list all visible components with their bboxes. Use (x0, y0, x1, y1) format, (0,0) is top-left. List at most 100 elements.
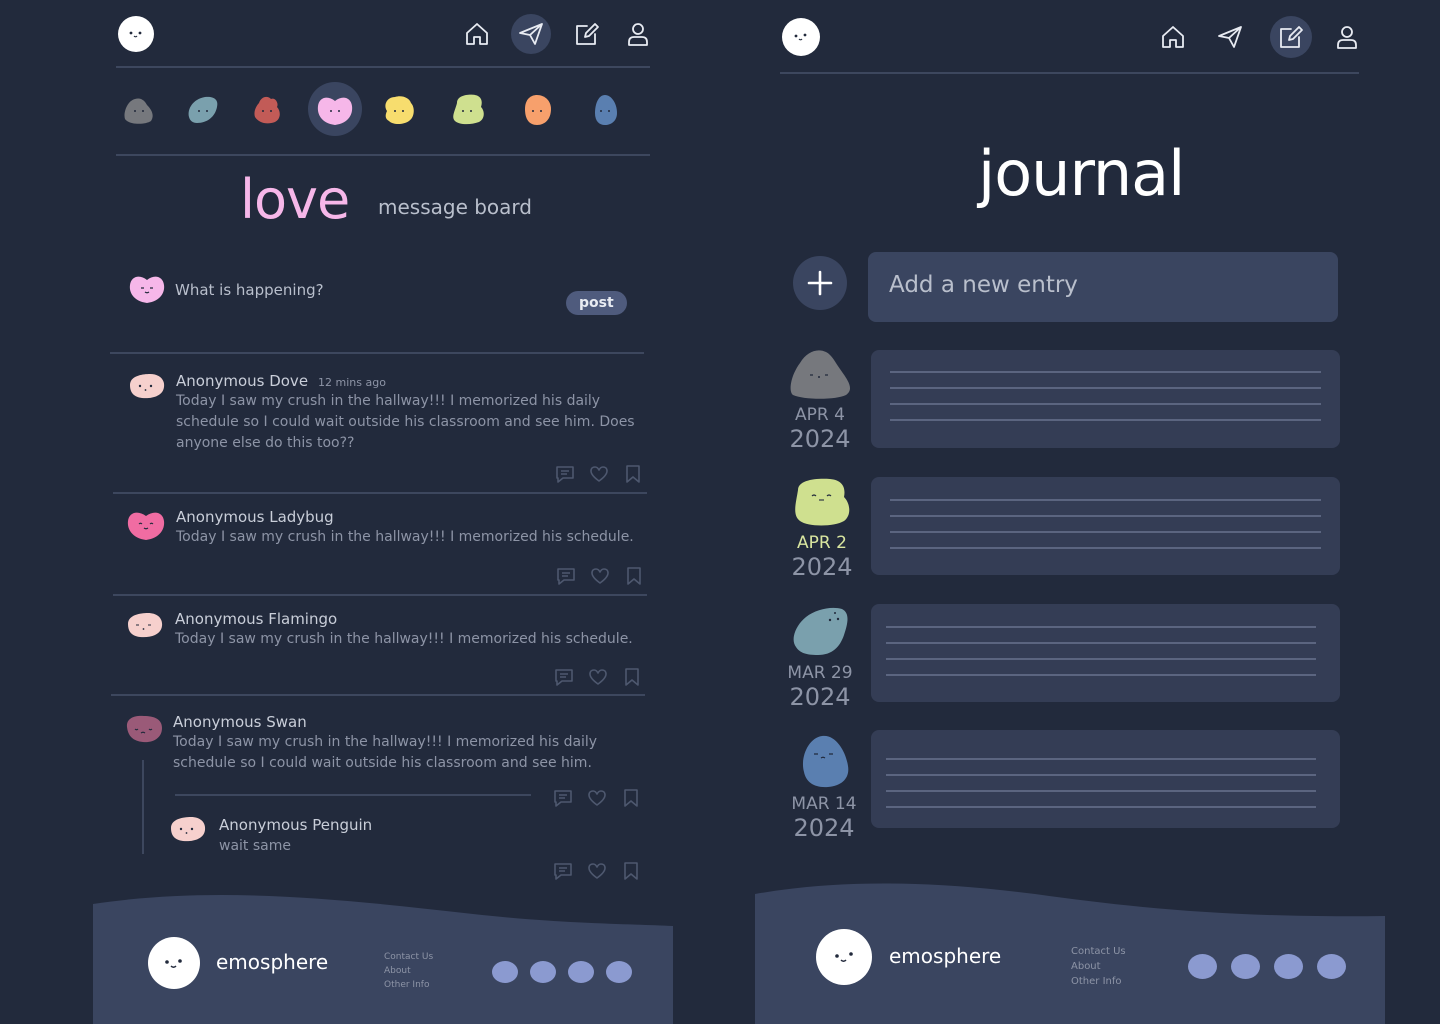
bookmark-icon[interactable] (624, 566, 644, 586)
mood-selector (112, 82, 642, 136)
mood-orange-button[interactable] (510, 82, 564, 136)
footer-social (1188, 954, 1346, 979)
gray-mood-icon (790, 350, 851, 399)
nav-home-button[interactable] (457, 14, 497, 54)
teal-mood-icon (793, 607, 848, 655)
entry-date: MAR 29 2024 (780, 605, 860, 711)
nav-profile-button[interactable] (618, 14, 658, 54)
footer-link-about[interactable]: About (1071, 959, 1126, 974)
app-logo[interactable] (782, 18, 820, 56)
heart-blob-icon (129, 276, 165, 303)
entry-month-day: APR 4 (795, 405, 845, 425)
compose-icon (576, 23, 599, 45)
heart-icon[interactable] (588, 667, 608, 687)
green-mood-icon (453, 94, 484, 125)
home-icon (466, 23, 488, 45)
comment-icon[interactable] (553, 861, 573, 881)
mood-green-button[interactable] (440, 82, 494, 136)
reply-text: wait same (219, 838, 291, 854)
home-icon (1162, 26, 1184, 48)
footer-brand: emosphere (216, 950, 329, 974)
message-divider (113, 492, 647, 494)
mood-gray-button[interactable] (112, 82, 166, 136)
footer-link-other[interactable]: Other Info (1071, 974, 1126, 989)
nav-send-button[interactable] (1209, 16, 1251, 58)
nav-compose-button[interactable] (567, 14, 607, 54)
face-icon (165, 959, 182, 968)
app-logo[interactable] (118, 16, 154, 52)
compose-input[interactable]: What is happening? (175, 281, 324, 299)
face-icon (835, 952, 853, 962)
new-entry-input[interactable]: Add a new entry (868, 252, 1338, 322)
bookmark-icon[interactable] (621, 788, 641, 808)
gray-mood-icon (124, 98, 153, 124)
send-icon (519, 23, 543, 45)
board-title: love (240, 168, 350, 231)
heart-icon[interactable] (587, 861, 607, 881)
footer-link-other[interactable]: Other Info (384, 978, 433, 992)
yellow-mood-icon (385, 96, 414, 124)
footer-logo[interactable] (148, 937, 200, 989)
nav-send-button[interactable] (511, 14, 551, 54)
heart-icon[interactable] (587, 788, 607, 808)
comment-icon[interactable] (556, 566, 576, 586)
footer-link-contact[interactable]: Contact Us (384, 950, 433, 964)
social-icon[interactable] (1188, 954, 1217, 979)
message-author[interactable]: Anonymous Dove (176, 372, 308, 390)
heart-icon[interactable] (590, 566, 610, 586)
footer-logo[interactable] (816, 929, 872, 985)
bookmark-icon[interactable] (623, 464, 643, 484)
reply-actions (553, 861, 641, 881)
add-entry-button[interactable] (793, 256, 847, 310)
compose-divider (110, 352, 644, 354)
mood-divider (116, 154, 650, 156)
journal-entry-card[interactable] (871, 477, 1340, 575)
comment-icon[interactable] (554, 667, 574, 687)
message-time: 12 mins ago (318, 376, 386, 389)
message-actions (553, 788, 641, 808)
mood-yellow-button[interactable] (372, 82, 426, 136)
footer-link-contact[interactable]: Contact Us (1071, 944, 1126, 959)
mood-red-button[interactable] (240, 82, 294, 136)
social-icon[interactable] (492, 961, 518, 983)
heart-icon[interactable] (589, 464, 609, 484)
comment-icon[interactable] (555, 464, 575, 484)
compose-icon (1280, 26, 1303, 48)
bookmark-icon[interactable] (622, 667, 642, 687)
comment-icon[interactable] (553, 788, 573, 808)
message-actions (556, 566, 644, 586)
journal-entry-card[interactable] (871, 350, 1340, 448)
page-title: journal (978, 137, 1185, 210)
social-icon[interactable] (1317, 954, 1346, 979)
social-icon[interactable] (530, 961, 556, 983)
social-icon[interactable] (1274, 954, 1303, 979)
social-icon[interactable] (1231, 954, 1260, 979)
social-icon[interactable] (606, 961, 632, 983)
message-author[interactable]: Anonymous Flamingo (175, 610, 645, 628)
bookmark-icon[interactable] (621, 861, 641, 881)
message-text: Today I saw my crush in the hallway!!! I… (173, 734, 598, 771)
entry-year: 2024 (791, 553, 853, 581)
entry-date: APR 2 2024 (782, 475, 862, 581)
mood-blue-button[interactable] (578, 82, 632, 136)
nav-profile-button[interactable] (1326, 16, 1368, 58)
nav-home-button[interactable] (1152, 16, 1194, 58)
footer-link-about[interactable]: About (384, 964, 433, 978)
social-icon[interactable] (568, 961, 594, 983)
reply-author[interactable]: Anonymous Penguin (219, 816, 619, 834)
message-author[interactable]: Anonymous Swan (173, 713, 633, 731)
journal-entry-card[interactable] (871, 730, 1340, 828)
entry-date: MAR 14 2024 (784, 732, 864, 842)
mood-teal-button[interactable] (176, 82, 230, 136)
journal-entry-card[interactable] (871, 604, 1340, 702)
swan-avatar-icon (126, 715, 162, 743)
ladybug-avatar-icon (127, 512, 165, 540)
dove-avatar-icon (130, 374, 165, 399)
blue-mood-icon (802, 735, 849, 788)
post-button[interactable]: post (566, 291, 627, 315)
pink-mood-icon (317, 97, 353, 125)
message-author[interactable]: Anonymous Ladybug (176, 508, 646, 526)
nav-compose-button[interactable] (1270, 16, 1312, 58)
entry-year: 2024 (789, 425, 851, 453)
mood-pink-button[interactable] (308, 82, 362, 136)
